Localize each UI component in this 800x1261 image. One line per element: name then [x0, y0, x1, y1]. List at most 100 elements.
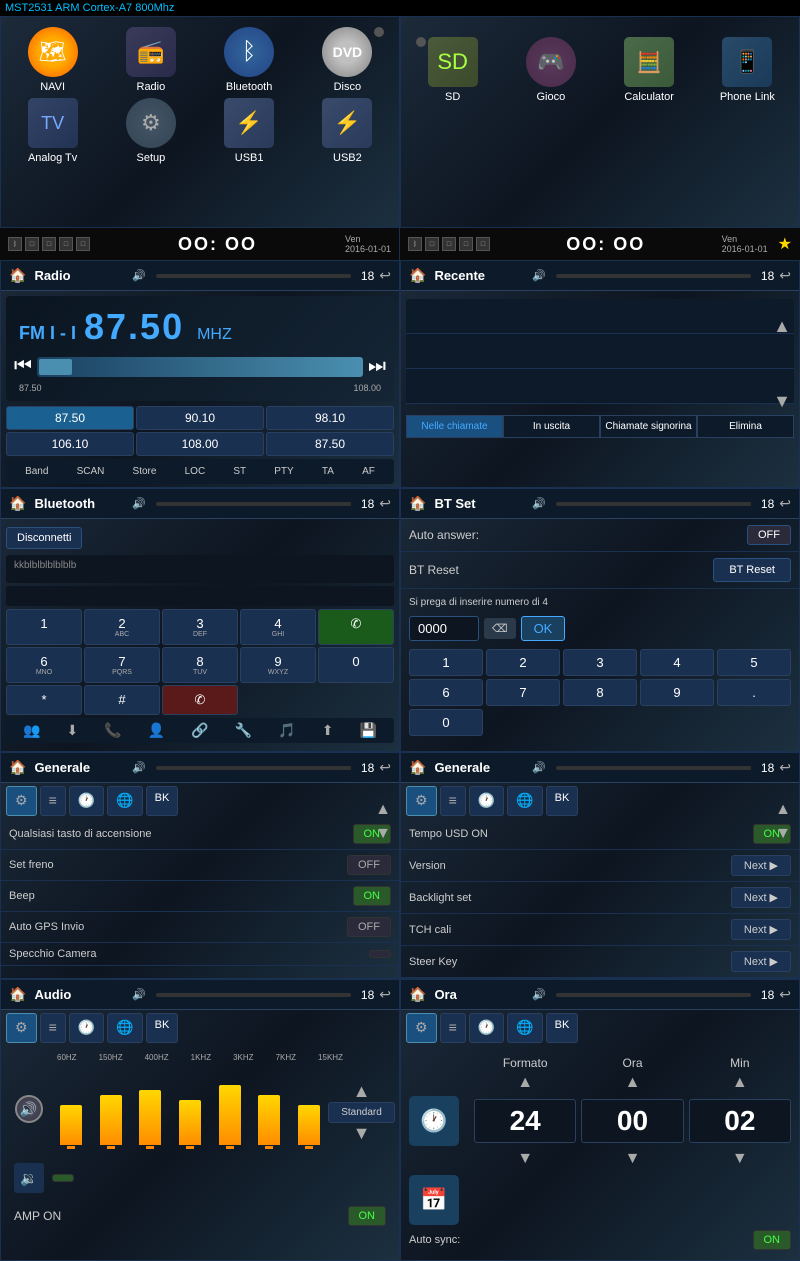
- gen-left-vol-bar[interactable]: [156, 766, 351, 770]
- ora-vol-bar[interactable]: [556, 993, 751, 997]
- recente-tab-0[interactable]: Nelle chiamate: [406, 415, 503, 438]
- btset-pin-input[interactable]: 0000: [409, 616, 479, 641]
- bt-action-phone[interactable]: 📞: [104, 722, 121, 739]
- ora-calendar-btn[interactable]: 📅: [409, 1175, 459, 1225]
- recente-vol-bar[interactable]: [556, 274, 751, 278]
- btset-autoanswer-toggle[interactable]: OFF: [747, 525, 791, 545]
- eq-scroll-down[interactable]: ▼: [353, 1123, 371, 1144]
- app-gioco[interactable]: 🎮 Gioco: [504, 37, 597, 103]
- audio-back-icon[interactable]: ↩: [379, 986, 391, 1003]
- radio-home-icon[interactable]: 🏠: [9, 267, 26, 284]
- recente-nav-down[interactable]: ▼: [773, 391, 791, 412]
- radio-preset-2[interactable]: 98.10: [266, 406, 394, 430]
- gen-right-vol-icon[interactable]: 🔊: [532, 761, 546, 774]
- radio-ctrl-st[interactable]: ST: [229, 464, 250, 479]
- bt-action-upload[interactable]: ⬆: [322, 722, 334, 739]
- app-calculator[interactable]: 🧮 Calculator: [603, 37, 696, 103]
- recente-vol-icon[interactable]: 🔊: [532, 269, 546, 282]
- recente-tab-2[interactable]: Chiamate signorina: [600, 415, 697, 438]
- bt-key-9[interactable]: 9WXYZ: [240, 647, 316, 683]
- gen-tab-gear[interactable]: ⚙: [6, 786, 37, 816]
- audio-tab-eq[interactable]: ≡: [40, 1013, 66, 1043]
- bt-action-link[interactable]: 🔗: [191, 722, 208, 739]
- radio-prev-btn[interactable]: ⏮: [14, 355, 32, 378]
- bt-action-save[interactable]: 💾: [359, 722, 376, 739]
- ora-ora-down[interactable]: ▼: [625, 1150, 641, 1168]
- radio-preset-0[interactable]: 87.50: [6, 406, 134, 430]
- btset-ok-btn[interactable]: OK: [521, 616, 566, 641]
- btset-num-3[interactable]: 3: [563, 649, 637, 676]
- bt-back-icon[interactable]: ↩: [379, 495, 391, 512]
- ora-formato-down[interactable]: ▼: [517, 1150, 533, 1168]
- ora-tab-bk[interactable]: BK: [546, 1013, 579, 1043]
- ora-ora-value[interactable]: 00: [581, 1099, 683, 1143]
- ora-sync-toggle[interactable]: ON: [753, 1230, 792, 1250]
- btset-num-9[interactable]: 9: [640, 679, 714, 706]
- bt-key-7[interactable]: 7PQRS: [84, 647, 160, 683]
- btset-num-5[interactable]: 5: [717, 649, 791, 676]
- bt-key-1[interactable]: 1: [6, 609, 82, 645]
- radio-preset-3[interactable]: 106.10: [6, 432, 134, 456]
- audio-vol-icon[interactable]: 🔊: [132, 988, 146, 1001]
- btset-num-2[interactable]: 2: [486, 649, 560, 676]
- radio-vol-bar[interactable]: [156, 274, 351, 278]
- ora-tab-globe[interactable]: 🌐: [507, 1013, 542, 1043]
- bt-home-icon[interactable]: 🏠: [9, 495, 26, 512]
- ora-vol-icon[interactable]: 🔊: [532, 988, 546, 1001]
- gen-right-next-1[interactable]: Next▶: [731, 855, 791, 876]
- btset-num-dot[interactable]: .: [717, 679, 791, 706]
- app-usb2[interactable]: ⚡ USB2: [301, 98, 394, 164]
- eq-bar-6[interactable]: [298, 1105, 320, 1149]
- radio-back-icon[interactable]: ↩: [379, 267, 391, 284]
- recente-nav-up[interactable]: ▲: [773, 316, 791, 337]
- radio-preset-5[interactable]: 87.50: [266, 432, 394, 456]
- ora-tab-gear[interactable]: ⚙: [406, 1013, 437, 1043]
- bt-key-hash[interactable]: #: [84, 685, 160, 715]
- app-tv[interactable]: TV Analog Tv: [6, 98, 99, 164]
- gen-right-next-4[interactable]: Next▶: [731, 951, 791, 972]
- radio-preset-1[interactable]: 90.10: [136, 406, 264, 430]
- btset-pin-del-btn[interactable]: ⌫: [484, 618, 516, 639]
- ora-min-down[interactable]: ▼: [732, 1150, 748, 1168]
- eq-bar-1[interactable]: [100, 1095, 122, 1149]
- ora-min-value[interactable]: 02: [689, 1099, 791, 1143]
- eq-bar-2[interactable]: [139, 1090, 161, 1149]
- bt-action-person[interactable]: 👤: [148, 722, 165, 739]
- recente-back-icon[interactable]: ↩: [779, 267, 791, 284]
- ora-ora-up[interactable]: ▲: [625, 1074, 641, 1092]
- radio-preset-4[interactable]: 108.00: [136, 432, 264, 456]
- gen-left-scroll-up[interactable]: ▲: [372, 798, 394, 822]
- radio-next-btn[interactable]: ⏭: [368, 355, 386, 378]
- bt-key-4[interactable]: 4GHI: [240, 609, 316, 645]
- bt-key-star[interactable]: *: [6, 685, 82, 715]
- eq-bar-3[interactable]: [179, 1100, 201, 1149]
- gen-right-scroll-up[interactable]: ▲: [772, 798, 794, 822]
- app-navi[interactable]: 🗺 NAVI: [6, 27, 99, 93]
- recente-tab-1[interactable]: In uscita: [503, 415, 600, 438]
- eq-bar-4[interactable]: [219, 1085, 241, 1149]
- bt-key-call[interactable]: ✆: [318, 609, 394, 645]
- bt-key-3[interactable]: 3DEF: [162, 609, 238, 645]
- radio-ctrl-af[interactable]: AF: [358, 464, 379, 479]
- radio-ctrl-loc[interactable]: LOC: [181, 464, 210, 479]
- audio-vol-bar[interactable]: [156, 993, 351, 997]
- audio-tab-clock[interactable]: 🕐: [69, 1013, 104, 1043]
- bt-key-endcall[interactable]: ✆: [162, 685, 238, 715]
- btset-num-8[interactable]: 8: [563, 679, 637, 706]
- gen-tab-clock[interactable]: 🕐: [69, 786, 104, 816]
- gen-right-vol-bar[interactable]: [556, 766, 751, 770]
- gen-right-tab-eq[interactable]: ≡: [440, 786, 466, 816]
- ora-back-icon[interactable]: ↩: [779, 986, 791, 1003]
- ora-formato-value[interactable]: 24: [474, 1099, 576, 1143]
- radio-ctrl-store[interactable]: Store: [129, 464, 161, 479]
- bt-key-8[interactable]: 8TUV: [162, 647, 238, 683]
- gen-tab-globe[interactable]: 🌐: [107, 786, 142, 816]
- ora-clock-btn[interactable]: 🕐: [409, 1096, 459, 1146]
- btset-home-icon[interactable]: 🏠: [409, 495, 426, 512]
- btset-num-4[interactable]: 4: [640, 649, 714, 676]
- ora-tab-eq[interactable]: ≡: [440, 1013, 466, 1043]
- gen-right-tab-globe[interactable]: 🌐: [507, 786, 542, 816]
- bt-disconnect-btn[interactable]: Disconnetti: [6, 527, 82, 549]
- btset-vol-icon[interactable]: 🔊: [532, 497, 546, 510]
- gen-right-scroll-down[interactable]: ▼: [772, 822, 794, 846]
